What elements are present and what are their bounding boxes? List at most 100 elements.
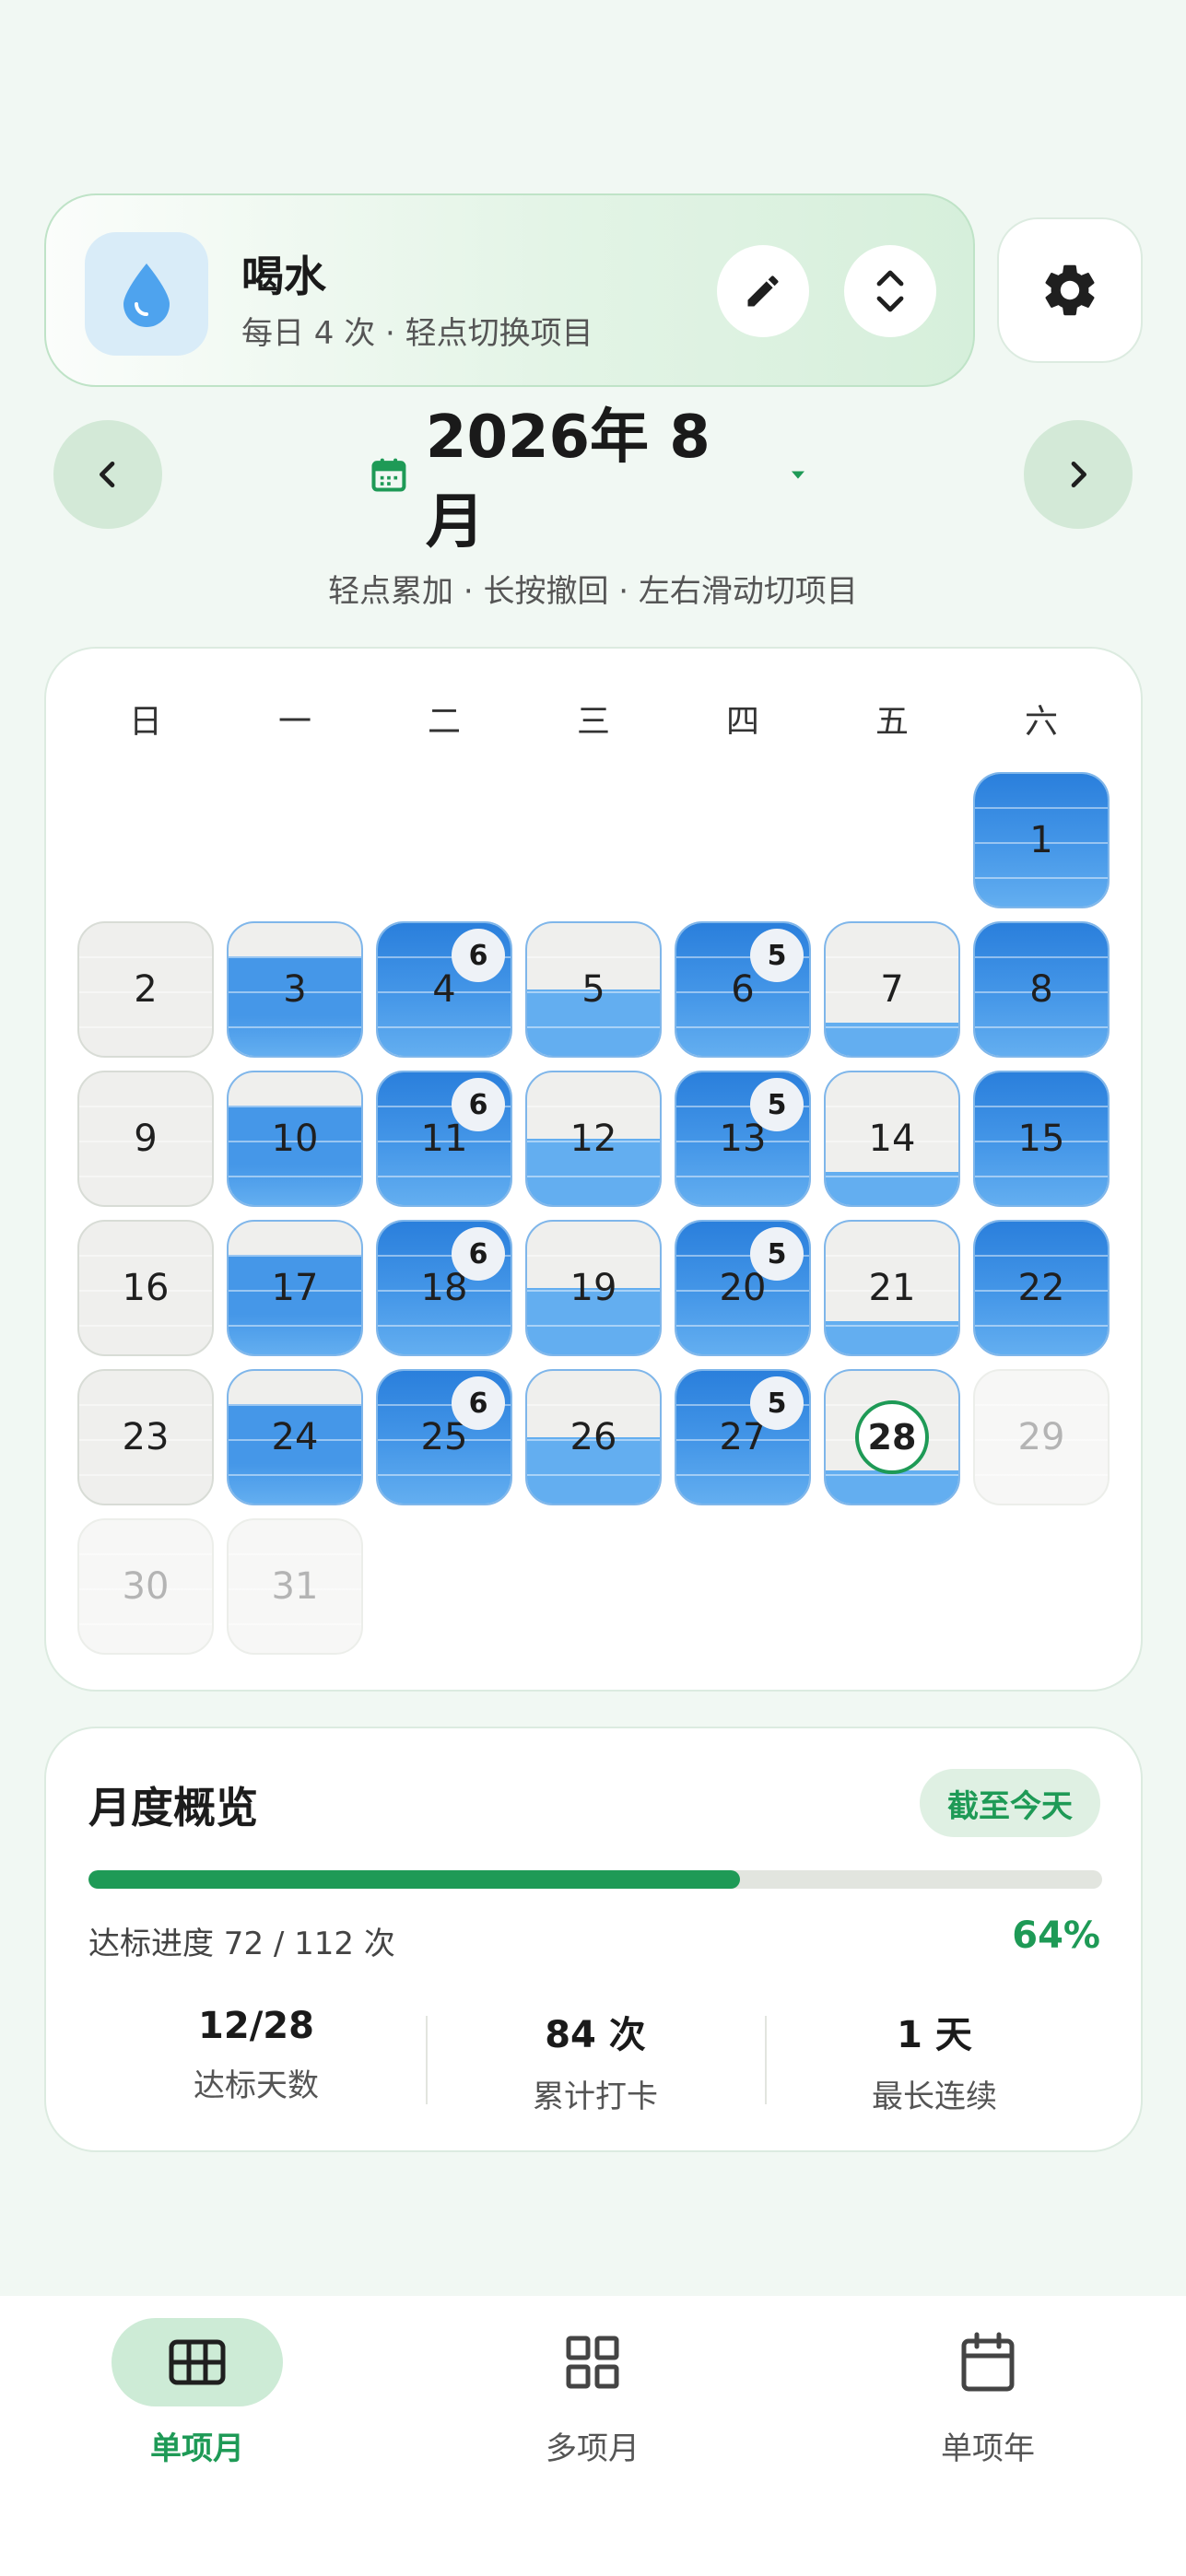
item-card[interactable]: 喝水 每日 4 次 · 轻点切换项目 bbox=[44, 193, 975, 387]
item-subtitle: 每日 4 次 · 轻点切换项目 bbox=[241, 315, 593, 352]
calendar-day[interactable]: 1 bbox=[973, 772, 1110, 908]
day-number: 19 bbox=[570, 1267, 617, 1309]
today-marker: 28 bbox=[855, 1400, 929, 1474]
edit-button[interactable] bbox=[717, 245, 809, 337]
tab-label: 单项年 bbox=[941, 2430, 1035, 2467]
tab-icon-wrap bbox=[902, 2318, 1074, 2406]
weekday-header: 二 bbox=[427, 703, 461, 741]
stat-label: 累计打卡 bbox=[533, 2078, 658, 2115]
stat-goal-days: 12/28 达标天数 bbox=[87, 2005, 426, 2105]
day-number: 14 bbox=[868, 1118, 916, 1160]
tab-single-month[interactable]: 单项月 bbox=[68, 2318, 326, 2502]
calendar-day[interactable]: 3 bbox=[227, 921, 363, 1058]
month-label: 2026年 8月 bbox=[425, 404, 710, 556]
calendar-day[interactable]: 16 bbox=[77, 1220, 214, 1356]
day-number: 7 bbox=[880, 968, 904, 1011]
calendar-day[interactable]: 65 bbox=[675, 921, 811, 1058]
calendar-day[interactable]: 20 5 bbox=[675, 1220, 811, 1356]
day-number: 28 bbox=[826, 1371, 958, 1504]
over-target-badge: 5 bbox=[750, 929, 804, 982]
prev-month-button[interactable] bbox=[53, 420, 162, 529]
day-number: 21 bbox=[868, 1267, 916, 1309]
calendar-day[interactable]: 28 bbox=[824, 1369, 960, 1505]
tab-label: 多项月 bbox=[546, 2430, 640, 2467]
switch-item-button[interactable] bbox=[844, 245, 936, 337]
calendar-day[interactable]: 46 bbox=[376, 921, 512, 1058]
over-target-badge: 6 bbox=[452, 929, 505, 982]
stat-label: 达标天数 bbox=[194, 2067, 319, 2104]
overview-range-pill[interactable]: 截至今天 bbox=[920, 1769, 1100, 1837]
calendar-day[interactable]: 22 bbox=[973, 1220, 1110, 1356]
calendar-day: 31 bbox=[227, 1518, 363, 1655]
stat-value: 84 次 bbox=[545, 2014, 646, 2056]
grid-table-icon bbox=[169, 2339, 226, 2385]
unfold-icon bbox=[876, 270, 904, 312]
calendar-day[interactable]: 8 bbox=[973, 921, 1110, 1058]
calendar-day[interactable]: 21 bbox=[824, 1220, 960, 1356]
progress-percent: 64% bbox=[1012, 1914, 1100, 1957]
stat-total-checkins: 84 次 累计打卡 bbox=[426, 2005, 765, 2116]
settings-button[interactable] bbox=[997, 217, 1143, 363]
calendar-day[interactable]: 27 5 bbox=[675, 1369, 811, 1505]
water-drop-icon bbox=[85, 232, 208, 356]
over-target-badge: 6 bbox=[452, 1376, 505, 1430]
calendar-day[interactable]: 18 6 bbox=[376, 1220, 512, 1356]
chevron-right-icon bbox=[1071, 462, 1086, 487]
usage-hint: 轻点累加 · 长按撤回 · 左右滑动切项目 bbox=[328, 573, 858, 610]
month-picker[interactable]: 2026年 8月 bbox=[369, 404, 811, 556]
calendar-day[interactable]: 2 bbox=[77, 921, 214, 1058]
day-number: 12 bbox=[570, 1118, 617, 1160]
item-name: 喝水 bbox=[241, 252, 326, 301]
progress-text: 达标进度 72 / 112 次 bbox=[88, 1926, 395, 1962]
caret-down-icon bbox=[792, 471, 805, 479]
calendar-day[interactable]: 5 bbox=[525, 921, 662, 1058]
calendar-day[interactable]: 12 bbox=[525, 1071, 662, 1207]
progress-bar-fill bbox=[88, 1870, 741, 1889]
tab-icon-wrap bbox=[112, 2318, 283, 2406]
day-number: 26 bbox=[570, 1416, 617, 1458]
day-number: 22 bbox=[1017, 1267, 1065, 1309]
stat-label: 最长连续 bbox=[872, 2078, 997, 2115]
tab-single-year[interactable]: 单项年 bbox=[859, 2318, 1117, 2502]
day-number: 23 bbox=[122, 1416, 170, 1458]
day-number: 31 bbox=[271, 1565, 319, 1608]
calendar-small-icon bbox=[371, 458, 406, 492]
calendar-day[interactable]: 19 bbox=[525, 1220, 662, 1356]
four-squares-icon bbox=[566, 2336, 619, 2389]
calendar-day[interactable]: 9 bbox=[77, 1071, 214, 1207]
weekday-header: 五 bbox=[875, 703, 909, 741]
calendar-day[interactable]: 11 6 bbox=[376, 1071, 512, 1207]
day-number: 17 bbox=[271, 1267, 319, 1309]
day-number: 15 bbox=[1017, 1118, 1065, 1160]
calendar-day[interactable]: 25 6 bbox=[376, 1369, 512, 1505]
weekday-header: 日 bbox=[128, 703, 162, 741]
over-target-badge: 5 bbox=[750, 1376, 804, 1430]
calendar-day[interactable]: 7 bbox=[824, 921, 960, 1058]
over-target-badge: 6 bbox=[452, 1227, 505, 1281]
day-number: 30 bbox=[122, 1565, 170, 1608]
calendar-day[interactable]: 23 bbox=[77, 1369, 214, 1505]
tab-multi-month[interactable]: 多项月 bbox=[464, 2318, 722, 2502]
weekday-header: 一 bbox=[277, 703, 311, 741]
calendar-day[interactable]: 15 bbox=[973, 1071, 1110, 1207]
progress-bar bbox=[88, 1870, 1102, 1889]
calendar-day[interactable]: 26 bbox=[525, 1369, 662, 1505]
day-number: 1 bbox=[1029, 819, 1053, 861]
calendar-icon bbox=[961, 2332, 1015, 2392]
chevron-left-icon bbox=[100, 462, 115, 487]
day-number: 10 bbox=[271, 1118, 319, 1160]
next-month-button[interactable] bbox=[1024, 420, 1133, 529]
monthly-overview-card: 月度概览 截至今天 达标进度 72 / 112 次 64% 12/28 达标天数… bbox=[44, 1727, 1143, 2152]
gear-icon bbox=[1045, 264, 1095, 316]
bottom-nav: 单项月 多项月 单项年 bbox=[0, 2296, 1186, 2576]
weekday-header: 四 bbox=[725, 703, 759, 741]
calendar-day[interactable]: 13 5 bbox=[675, 1071, 811, 1207]
stat-longest-streak: 1 天 最长连续 bbox=[765, 2005, 1104, 2116]
day-number: 3 bbox=[283, 968, 307, 1011]
calendar-day[interactable]: 10 bbox=[227, 1071, 363, 1207]
stat-value: 12/28 bbox=[198, 2005, 314, 2047]
calendar-day[interactable]: 17 bbox=[227, 1220, 363, 1356]
calendar-day[interactable]: 24 bbox=[227, 1369, 363, 1505]
tab-icon-wrap bbox=[507, 2318, 678, 2406]
calendar-day[interactable]: 14 bbox=[824, 1071, 960, 1207]
